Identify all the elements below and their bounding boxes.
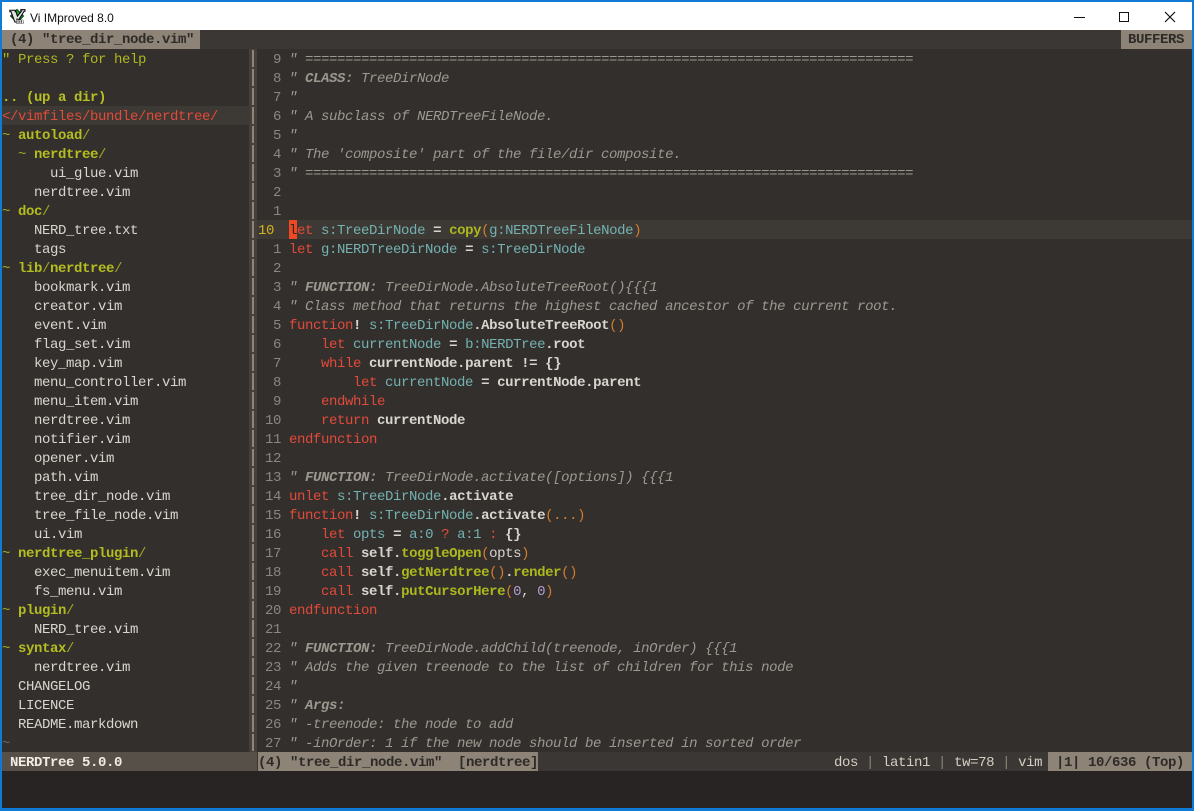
svg-text:im: im bbox=[16, 18, 24, 25]
